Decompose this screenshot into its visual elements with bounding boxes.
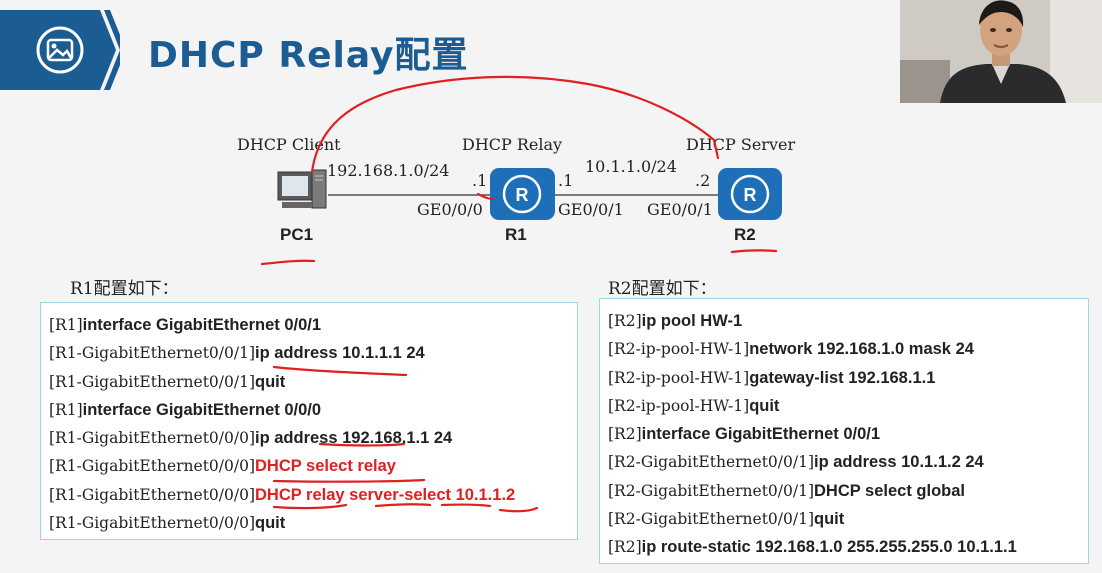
cli-prompt: [R1-GigabitEthernet0/0/0] — [49, 457, 255, 476]
cli-command: gateway-list 192.168.1.1 — [749, 368, 936, 387]
cli-prompt: [R2] — [608, 538, 642, 557]
webcam-video — [900, 0, 1102, 103]
cli-prompt: [R1-GigabitEthernet0/0/1] — [49, 344, 255, 363]
label-r2: R2 — [734, 225, 756, 244]
cli-command: ip address 10.1.1.1 24 — [255, 344, 425, 363]
router-r2-icon: R — [718, 168, 782, 220]
r1-config-heading: R1配置如下： — [70, 279, 179, 299]
label-r2-ge001: GE0/0/1 — [647, 200, 713, 219]
label-pc1: PC1 — [280, 225, 314, 244]
cli-prompt: [R2-GigabitEthernet0/0/1] — [608, 510, 814, 529]
cli-command: quit — [814, 510, 845, 529]
r1-config-line: [R1-GigabitEthernet0/0/0]DHCP relay serv… — [49, 481, 577, 509]
r1-config-line: [R1]interface GigabitEthernet 0/0/1 — [49, 311, 577, 339]
topology-diagram: R R DHCP Client DHCP Relay DHCP Server 1… — [0, 110, 1102, 270]
r1-config-box: [R1]interface GigabitEthernet 0/0/1 [R1-G… — [40, 302, 578, 540]
r1-config-line: [R1-GigabitEthernet0/0/1]quit — [49, 368, 577, 396]
label-r1-ge000: GE0/0/0 — [417, 200, 483, 219]
r2-config-line: [R2]ip route-static 192.168.1.0 255.255.… — [608, 533, 1088, 561]
cli-prompt: [R2] — [608, 425, 642, 444]
page-title: DHCP Relay配置 — [148, 35, 469, 76]
cli-prompt: [R1-GigabitEthernet0/0/1] — [49, 372, 255, 391]
cli-command: network 192.168.1.0 mask 24 — [749, 340, 974, 359]
r2-config-line: [R2-ip-pool-HW-1]quit — [608, 392, 1088, 420]
cli-command: DHCP select global — [814, 481, 965, 500]
r2-config-line: [R2]ip pool HW-1 — [608, 307, 1088, 335]
r2-config-line: [R2-ip-pool-HW-1]gateway-list 192.168.1.… — [608, 364, 1088, 392]
router-r1-icon: R — [490, 168, 555, 220]
cli-command: interface GigabitEthernet 0/0/0 — [82, 400, 322, 419]
label-dhcp-server: DHCP Server — [686, 135, 796, 154]
cli-command: interface GigabitEthernet 0/0/1 — [641, 425, 881, 444]
r1-config-line: [R1-GigabitEthernet0/0/0]DHCP select rel… — [49, 452, 577, 480]
r1-config-line: [R1-GigabitEthernet0/0/1]ip address 10.1… — [49, 339, 577, 367]
cli-prompt: [R2] — [608, 312, 642, 330]
cli-prompt: [R2-GigabitEthernet0/0/1] — [608, 481, 814, 500]
cli-prompt: [R1-GigabitEthernet0/0/0] — [49, 485, 255, 504]
label-dhcp-client: DHCP Client — [237, 135, 341, 154]
label-r2-left-addr: .2 — [695, 171, 711, 190]
cli-command: quit — [255, 372, 286, 391]
label-r1-left-addr: .1 — [472, 171, 488, 190]
cli-command: ip address 192.168.1.1 24 — [255, 429, 453, 448]
cli-command: quit — [749, 396, 780, 415]
r2-config-line: [R2-GigabitEthernet0/0/1]DHCP select glo… — [608, 477, 1088, 505]
cli-prompt: [R2-ip-pool-HW-1] — [608, 340, 750, 359]
cli-prompt: [R1-GigabitEthernet0/0/0] — [49, 429, 255, 448]
r2-config-line: [R2]interface GigabitEthernet 0/0/1 — [608, 420, 1088, 448]
r1-config-line: [R1]interface GigabitEthernet 0/0/0 — [49, 396, 577, 424]
r2-config-line: [R2-ip-pool-HW-1]network 192.168.1.0 mas… — [608, 335, 1088, 363]
r2-config-box: [R2]ip pool HW-1 [R2-ip-pool-HW-1]network… — [599, 298, 1089, 564]
cli-prompt: [R1] — [49, 316, 83, 334]
cli-prompt: [R1] — [49, 400, 83, 419]
cli-prompt: [R2-ip-pool-HW-1] — [608, 396, 750, 415]
r2-config-line: [R2-GigabitEthernet0/0/1]ip address 10.1… — [608, 448, 1088, 476]
label-dhcp-relay: DHCP Relay — [462, 135, 563, 154]
header-ribbon — [0, 10, 120, 90]
pc-icon — [277, 169, 327, 209]
cli-command-highlighted: DHCP select relay — [255, 457, 396, 476]
cli-command: ip route-static 192.168.1.0 255.255.255.… — [641, 538, 1017, 557]
svg-text:R: R — [744, 185, 757, 205]
label-left-network: 192.168.1.0/24 — [327, 161, 450, 180]
cli-prompt: [R2-ip-pool-HW-1] — [608, 368, 750, 387]
r1-config-line: [R1-GigabitEthernet0/0/0]quit — [49, 509, 577, 537]
label-r1: R1 — [505, 225, 527, 244]
cli-command: ip pool HW-1 — [641, 312, 743, 330]
cli-prompt: [R2-GigabitEthernet0/0/1] — [608, 453, 814, 472]
r1-config-line: [R1-GigabitEthernet0/0/0]ip address 192.… — [49, 424, 577, 452]
cli-command-highlighted: DHCP relay server-select 10.1.1.2 — [255, 485, 516, 504]
svg-text:R: R — [516, 185, 529, 205]
label-r1-ge001: GE0/0/1 — [558, 200, 624, 219]
cli-command: interface GigabitEthernet 0/0/1 — [82, 316, 322, 334]
r2-config-line: [R2-GigabitEthernet0/0/1]quit — [608, 505, 1088, 533]
cli-command: quit — [255, 514, 286, 533]
cli-command: ip address 10.1.1.2 24 — [814, 453, 984, 472]
cli-prompt: [R1-GigabitEthernet0/0/0] — [49, 514, 255, 533]
r2-config-heading: R2配置如下： — [608, 279, 717, 299]
label-right-network: 10.1.1.0/24 — [585, 157, 677, 176]
label-r1-right-addr: .1 — [558, 171, 574, 190]
